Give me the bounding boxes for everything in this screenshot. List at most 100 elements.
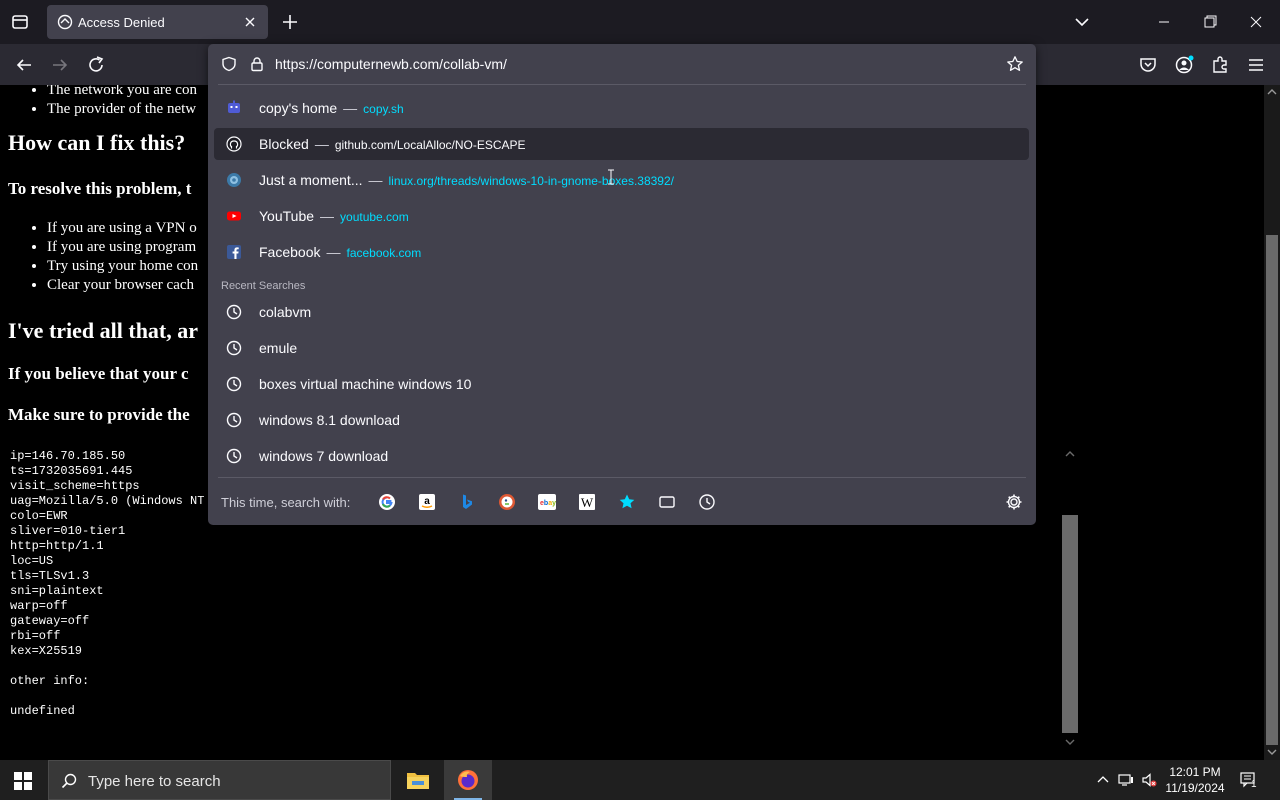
amazon-icon[interactable]: a: [418, 493, 436, 511]
cause-list: The network you are con The provider of …: [35, 85, 197, 119]
back-arrow-icon[interactable]: [13, 54, 35, 76]
recent-search-item[interactable]: colabvm: [214, 296, 1029, 328]
list-item: If you are using a VPN o: [47, 219, 198, 238]
recent-search-text: colabvm: [259, 304, 312, 320]
tab-access-denied[interactable]: Access Denied: [47, 5, 268, 39]
suggestion-copy-sh[interactable]: copy's home — copy.sh: [214, 92, 1029, 124]
search-settings-gear-icon[interactable]: [1005, 493, 1023, 511]
taskbar-search-box[interactable]: Type here to search: [48, 760, 391, 800]
minimize-window-button[interactable]: [1152, 12, 1176, 32]
suggestion-title: Just a moment...: [259, 172, 363, 188]
recent-searches-heading: Recent Searches: [221, 280, 306, 292]
page-scrollbar-thumb[interactable]: [1266, 235, 1278, 745]
svg-text:ebay: ebay: [540, 500, 556, 507]
copy-sh-favicon-icon: [226, 100, 242, 116]
taskbar: Type here to search 12:01 PM 11/19/2024 …: [0, 760, 1280, 800]
youtube-icon: [226, 208, 242, 224]
history-clock-icon: [226, 304, 242, 320]
menu-hamburger-icon[interactable]: [1245, 54, 1267, 76]
recent-search-text: boxes virtual machine windows 10: [259, 376, 472, 392]
suggestion-url: copy.sh: [363, 102, 404, 116]
suggestion-title: copy's home: [259, 100, 338, 116]
recent-search-item[interactable]: windows 7 download: [214, 440, 1029, 472]
network-icon[interactable]: [1118, 772, 1134, 788]
duckduckgo-icon[interactable]: [498, 493, 516, 511]
heading-believe: If you believe that your c: [8, 364, 189, 383]
suggestion-title: Facebook: [259, 244, 321, 260]
github-icon: [226, 136, 242, 152]
restore-window-button[interactable]: [1198, 12, 1222, 32]
notification-center-icon[interactable]: 1: [1240, 772, 1257, 790]
svg-text:W: W: [581, 495, 594, 510]
bookmark-star-icon[interactable]: [1006, 55, 1024, 73]
suggestion-facebook[interactable]: Facebook — facebook.com: [214, 236, 1029, 268]
new-tab-button[interactable]: [280, 12, 300, 32]
fix-list: If you are using a VPN o If you are usin…: [35, 219, 198, 295]
divider: [218, 84, 1026, 85]
history-clock-icon: [226, 340, 242, 356]
wikipedia-icon[interactable]: W: [578, 493, 596, 511]
pocket-icon[interactable]: [1137, 54, 1159, 76]
url-input[interactable]: https://computernewb.com/collab-vm/: [275, 56, 507, 72]
recent-search-text: windows 7 download: [259, 448, 389, 464]
suggestion-url: linux.org/threads/windows-10-in-gnome-bo…: [388, 174, 674, 188]
volume-muted-icon[interactable]: [1141, 772, 1157, 788]
trace-scrollbar[interactable]: [1060, 447, 1080, 752]
tabs-icon[interactable]: [658, 493, 676, 511]
tray-chevron-up-icon[interactable]: [1095, 772, 1111, 788]
firefox-view-button[interactable]: [8, 11, 32, 33]
tab-favicon-icon: [57, 14, 73, 30]
suggestion-linux-org[interactable]: Just a moment... — linux.org/threads/windo…: [214, 164, 1029, 196]
lock-icon[interactable]: [249, 56, 265, 72]
forward-arrow-icon[interactable]: [49, 54, 71, 76]
list-item: Clear your browser cach: [47, 276, 198, 295]
linux-org-icon: [226, 172, 242, 188]
trace-scrollbar-thumb[interactable]: [1062, 515, 1078, 733]
bing-icon[interactable]: [458, 493, 476, 511]
list-item: Try using your home con: [47, 257, 198, 276]
search-icon: [61, 773, 77, 789]
tracking-protection-shield-icon[interactable]: [221, 56, 237, 72]
file-explorer-icon[interactable]: [394, 760, 442, 800]
heading-tried: I've tried all that, ar: [8, 318, 199, 343]
notification-count: 1: [1251, 779, 1257, 790]
recent-search-item[interactable]: windows 8.1 download: [214, 404, 1029, 436]
close-tab-icon[interactable]: [242, 14, 258, 30]
windows-start-icon[interactable]: [14, 772, 32, 790]
page-scrollbar[interactable]: [1264, 85, 1280, 760]
text-cursor-icon: [607, 169, 615, 185]
suggestion-url: facebook.com: [346, 246, 422, 260]
divider: [218, 477, 1026, 478]
account-avatar-icon[interactable]: [1173, 54, 1195, 76]
history-clock-icon: [226, 376, 242, 392]
heading-fix: How can I fix this?: [8, 130, 186, 155]
firefox-taskbar-icon[interactable]: [444, 760, 492, 800]
heading-resolve: To resolve this problem, t: [8, 179, 192, 198]
tab-bar: Access Denied: [0, 0, 1280, 44]
address-bar[interactable]: https://computernewb.com/collab-vm/: [208, 44, 1036, 84]
google-icon[interactable]: [378, 493, 396, 511]
bookmarks-icon[interactable]: [618, 493, 636, 511]
extensions-puzzle-icon[interactable]: [1209, 54, 1231, 76]
suggestion-url: github.com/LocalAlloc/NO-ESCAPE: [334, 138, 526, 152]
suggestion-github-blocked[interactable]: Blocked — github.com/LocalAlloc/NO-ESCAPE: [214, 128, 1029, 160]
reload-icon[interactable]: [85, 54, 107, 76]
taskbar-search-placeholder: Type here to search: [88, 773, 221, 790]
list-item: The network you are con: [47, 85, 197, 100]
recent-search-item[interactable]: emule: [214, 332, 1029, 364]
facebook-icon: [226, 244, 242, 260]
list-item: If you are using program: [47, 238, 198, 257]
trace-info: ip=146.70.185.50 ts=1732035691.445 visit…: [10, 449, 219, 718]
history-icon[interactable]: [698, 493, 716, 511]
suggestion-youtube[interactable]: YouTube — youtube.com: [214, 200, 1029, 232]
list-all-tabs-chevron-icon[interactable]: [1072, 12, 1092, 32]
recent-search-item[interactable]: boxes virtual machine windows 10: [214, 368, 1029, 400]
ebay-icon[interactable]: ebay: [538, 493, 556, 511]
address-bar-dropdown: https://computernewb.com/collab-vm/ copy…: [208, 44, 1036, 525]
taskbar-clock[interactable]: 12:01 PM 11/19/2024: [1160, 764, 1230, 796]
heading-provide: Make sure to provide the: [8, 405, 190, 424]
recent-search-text: emule: [259, 340, 298, 356]
clock-date: 11/19/2024: [1165, 781, 1225, 795]
close-window-button[interactable]: [1244, 12, 1268, 32]
suggestion-url: youtube.com: [340, 210, 409, 224]
